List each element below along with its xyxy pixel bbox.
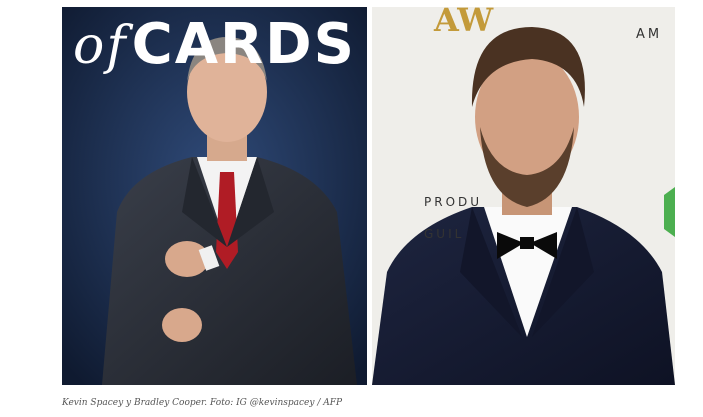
poster-word-of: of (73, 16, 128, 76)
poster-title: ofCARDS (62, 17, 367, 73)
backdrop-gold-letters: AW (434, 7, 494, 39)
backdrop-text-line-1: PRODU (424, 195, 483, 209)
poster-word-cards: CARDS (131, 12, 356, 77)
right-photo-illustration (372, 7, 675, 385)
backdrop-text-top: AM (636, 27, 663, 42)
photo-caption: Kevin Spacey y Bradley Cooper. Foto: IG … (62, 398, 343, 408)
backdrop-text-line-2: GUIL (424, 227, 465, 241)
photo-left: ofCARDS (62, 7, 367, 385)
photo-right: AW AM PRODU GUIL (372, 7, 675, 385)
